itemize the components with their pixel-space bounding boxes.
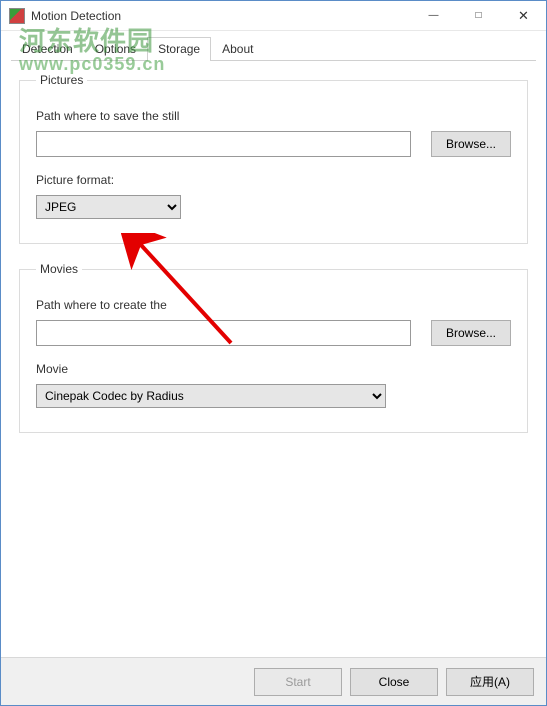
pictures-group: Pictures Path where to save the still Br… (19, 73, 528, 244)
tab-bar: Detection Options Storage About (1, 31, 546, 61)
start-button[interactable]: Start (254, 668, 342, 696)
movies-group: Movies Path where to create the Browse..… (19, 262, 528, 433)
tab-about[interactable]: About (211, 37, 264, 61)
pictures-path-label: Path where to save the still (36, 109, 511, 123)
movies-path-label: Path where to create the (36, 298, 511, 312)
picture-format-select[interactable]: JPEG (36, 195, 181, 219)
movie-codec-select[interactable]: Cinepak Codec by Radius (36, 384, 386, 408)
window-title: Motion Detection (31, 9, 411, 23)
movie-codec-label: Movie (36, 362, 511, 376)
titlebar: Motion Detection — □ ✕ (1, 1, 546, 31)
pictures-path-input[interactable] (36, 131, 411, 157)
footer-bar: Start Close 应用(A) (1, 657, 546, 705)
content-area: Pictures Path where to save the still Br… (1, 61, 546, 657)
close-dialog-button[interactable]: Close (350, 668, 438, 696)
movies-browse-button[interactable]: Browse... (431, 320, 511, 346)
pictures-browse-button[interactable]: Browse... (431, 131, 511, 157)
movies-path-input[interactable] (36, 320, 411, 346)
movies-legend: Movies (36, 262, 82, 276)
close-button[interactable]: ✕ (501, 1, 546, 30)
tab-storage[interactable]: Storage (147, 37, 211, 61)
maximize-button[interactable]: □ (456, 1, 501, 30)
picture-format-label: Picture format: (36, 173, 511, 187)
apply-button[interactable]: 应用(A) (446, 668, 534, 696)
window-controls: — □ ✕ (411, 1, 546, 30)
minimize-button[interactable]: — (411, 1, 456, 30)
tab-detection[interactable]: Detection (11, 37, 84, 61)
tab-options[interactable]: Options (84, 37, 147, 61)
pictures-legend: Pictures (36, 73, 87, 87)
app-icon (9, 8, 25, 24)
